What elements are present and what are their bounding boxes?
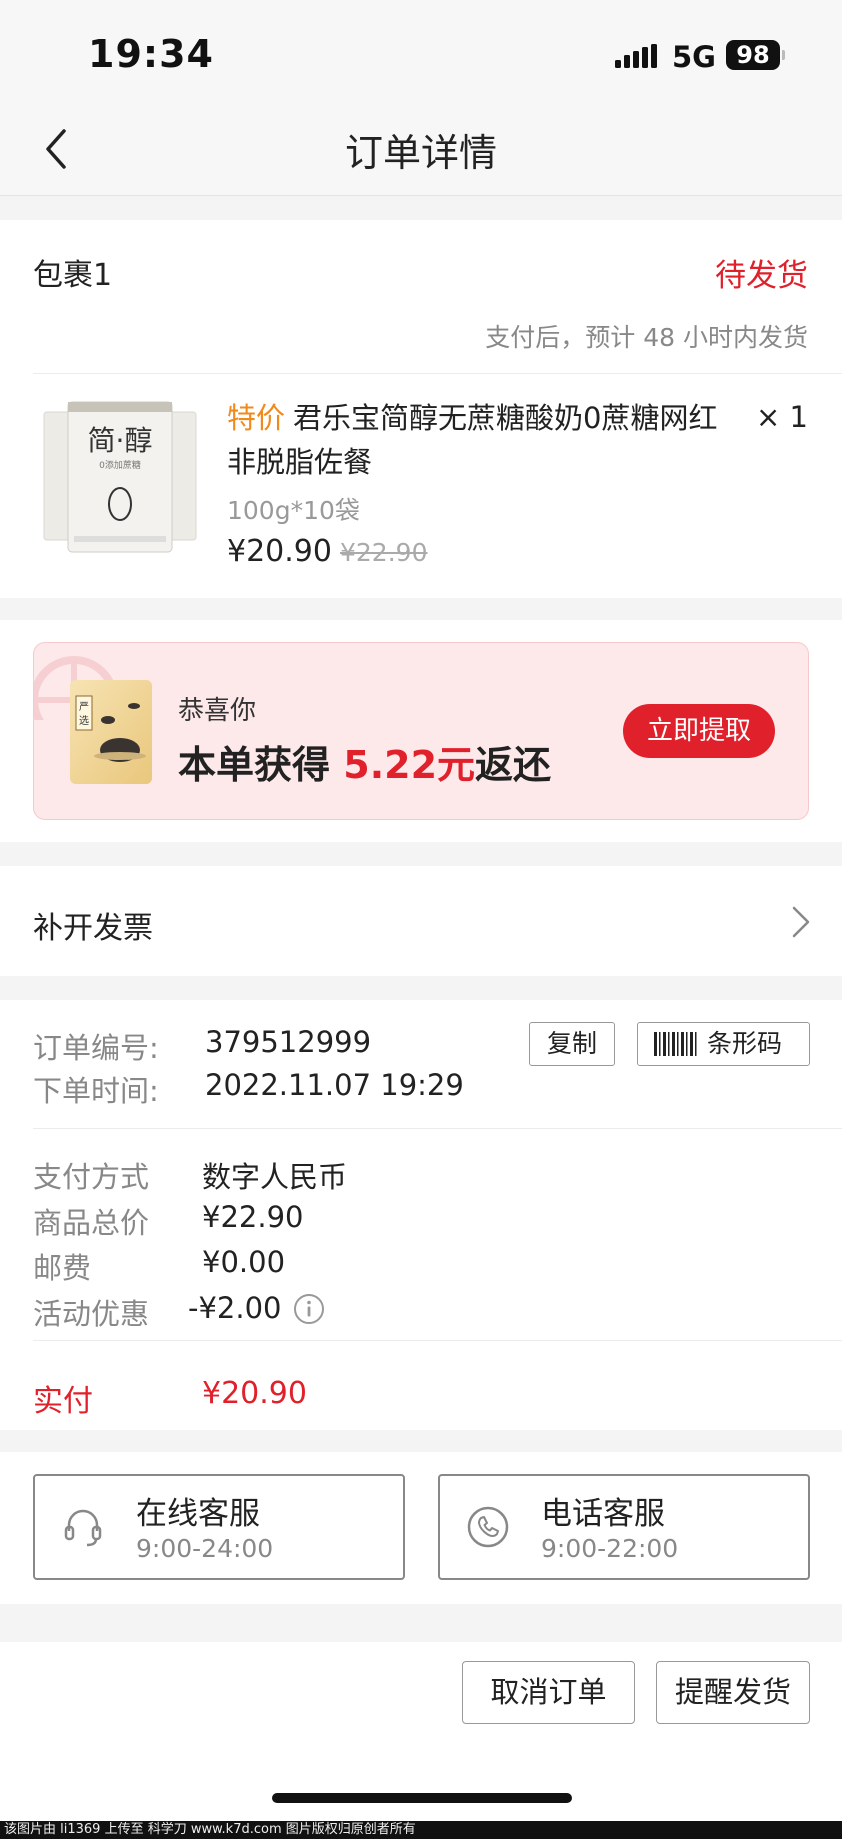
svg-text:简·醇: 简·醇 bbox=[88, 424, 153, 457]
product-price: ¥20.90 bbox=[227, 534, 332, 569]
shipping-note: 支付后，预计 48 小时内发货 bbox=[485, 323, 808, 352]
order-time-label: 下单时间: bbox=[33, 1074, 159, 1108]
phone-service-hours: 9:00-22:00 bbox=[541, 1534, 679, 1563]
phone-icon bbox=[467, 1506, 509, 1548]
reward-message: 本单获得 5.22元返还 bbox=[178, 734, 551, 789]
barcode-label[interactable]: 条形码 bbox=[707, 1022, 782, 1066]
product-title: 君乐宝简醇无蔗糖酸奶0蔗糖网红非脱脂佐餐 bbox=[227, 401, 718, 479]
remind-ship-button[interactable]: 提醒发货 bbox=[656, 1661, 810, 1724]
order-number: 379512999 bbox=[205, 1025, 372, 1059]
amount-paid: ¥20.90 bbox=[202, 1376, 307, 1411]
invoice-label[interactable]: 补开发票 bbox=[33, 903, 153, 947]
svg-text:严: 严 bbox=[79, 701, 89, 713]
product-image[interactable]: 简·醇 0添加蔗糖 bbox=[40, 398, 200, 568]
payment-method: 数字人民币 bbox=[202, 1160, 348, 1194]
product-spec: 100g*10袋 bbox=[227, 496, 360, 525]
payment-method-label: 支付方式 bbox=[33, 1160, 150, 1194]
amount-paid-label: 实付 bbox=[33, 1384, 93, 1419]
reward-prefix: 本单获得 bbox=[178, 743, 331, 787]
online-service-hours: 9:00-24:00 bbox=[136, 1534, 274, 1563]
reward-box-icon: 严 选 bbox=[70, 680, 152, 784]
order-time: 2022.11.07 19:29 bbox=[205, 1068, 464, 1102]
package-title: 包裹1 bbox=[33, 258, 113, 293]
cancel-order-button[interactable]: 取消订单 bbox=[462, 1661, 635, 1724]
home-indicator[interactable] bbox=[272, 1793, 572, 1803]
barcode-icon bbox=[654, 1032, 697, 1056]
reward-amount: 5.22元 bbox=[343, 743, 476, 787]
phone-service-title: 电话客服 bbox=[541, 1496, 665, 1532]
shipping-fee-label: 邮费 bbox=[33, 1251, 92, 1285]
divider bbox=[33, 1128, 842, 1129]
product-quantity: × 1 bbox=[756, 400, 808, 434]
shipping-fee: ¥0.00 bbox=[202, 1245, 286, 1279]
subtotal-label: 商品总价 bbox=[33, 1206, 150, 1240]
reward-suffix: 返还 bbox=[475, 743, 552, 787]
info-icon[interactable] bbox=[293, 1293, 325, 1325]
discount: -¥2.00 bbox=[188, 1291, 282, 1325]
battery-tip bbox=[782, 50, 785, 60]
headset-icon bbox=[64, 1509, 102, 1547]
claim-reward-button[interactable]: 立即提取 bbox=[623, 704, 775, 758]
order-number-label: 订单编号: bbox=[33, 1031, 159, 1065]
reward-congrats: 恭喜你 bbox=[178, 696, 257, 726]
online-service-title: 在线客服 bbox=[136, 1496, 260, 1532]
chevron-right-icon[interactable] bbox=[790, 904, 812, 940]
network-label: 5G bbox=[672, 40, 716, 74]
divider bbox=[33, 1340, 842, 1341]
battery-icon: 98 bbox=[726, 40, 780, 70]
copy-button[interactable]: 复制 bbox=[529, 1022, 615, 1066]
product-original-price: ¥22.90 bbox=[340, 538, 428, 567]
svg-text:选: 选 bbox=[79, 714, 89, 727]
svg-text:0添加蔗糖: 0添加蔗糖 bbox=[99, 459, 141, 471]
discount-label: 活动优惠 bbox=[33, 1297, 150, 1331]
signal-icon bbox=[615, 44, 657, 68]
watermark: 该图片由 li1369 上传至 科学刀 www.k7d.com 图片版权归原创者… bbox=[0, 1821, 842, 1839]
subtotal: ¥22.90 bbox=[202, 1200, 304, 1234]
page-title: 订单详情 bbox=[344, 131, 497, 175]
special-price-tag: 特价 bbox=[227, 401, 286, 435]
package-status: 待发货 bbox=[715, 258, 808, 294]
product-name[interactable]: 特价 君乐宝简醇无蔗糖酸奶0蔗糖网红非脱脂佐餐 bbox=[227, 396, 737, 484]
status-time: 19:34 bbox=[88, 32, 214, 76]
divider bbox=[33, 373, 842, 374]
